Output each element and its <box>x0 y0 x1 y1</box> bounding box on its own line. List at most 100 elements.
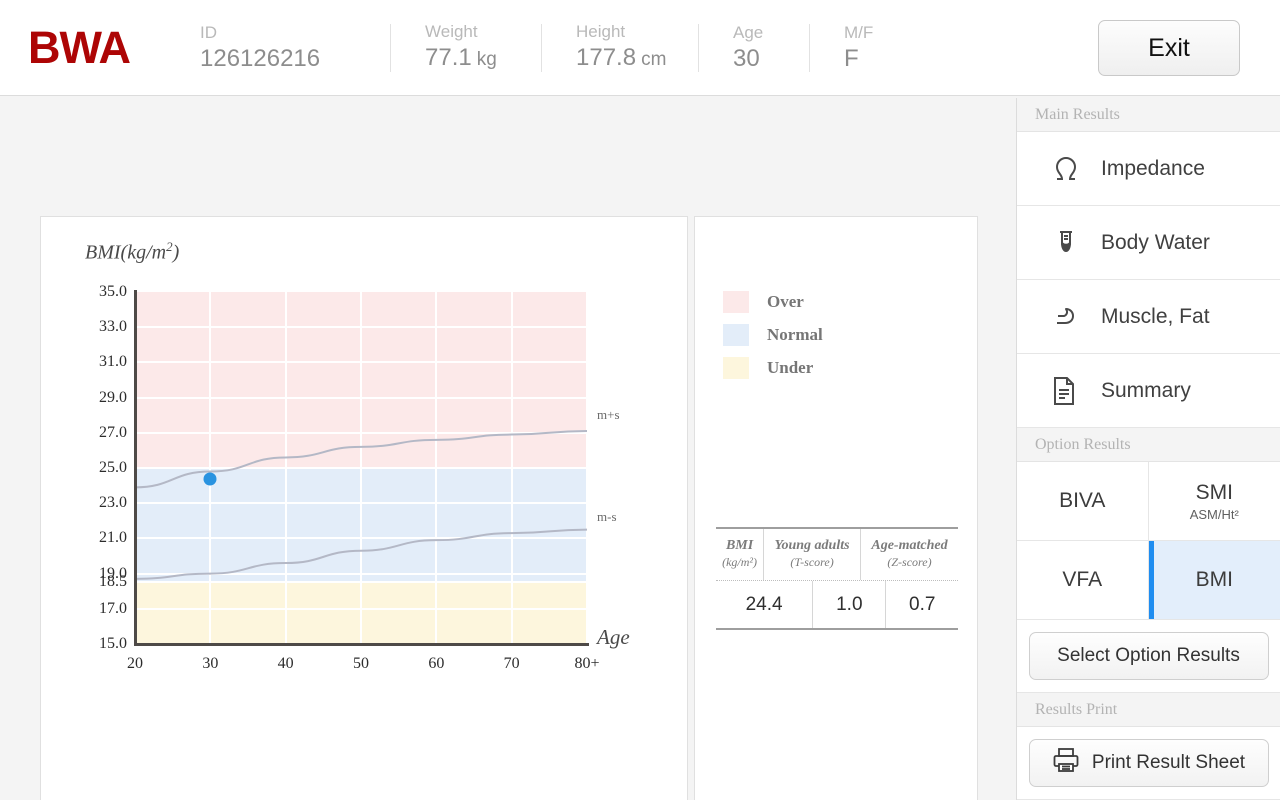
field-label: M/F <box>844 21 920 44</box>
bmi-chart-panel: BMI(kg/m2) 35.033.031.029.027.025.023.02… <box>40 216 688 800</box>
table-rule-bottom <box>716 628 958 630</box>
chart-data-point <box>204 472 217 485</box>
table-header: BMI (kg/m²) Young adults (T-score) Age-m… <box>716 529 958 580</box>
chart-x-axis <box>134 643 589 646</box>
chart-curves <box>135 292 587 644</box>
chart-y-tick: 25.0 <box>71 459 127 477</box>
table-row: 24.4 1.0 0.7 <box>716 581 958 628</box>
right-sidebar: Main Results Impedance Body Water Muscle, … <box>1016 98 1280 800</box>
chart-y-tick: 21.0 <box>71 529 127 547</box>
chart-legend: Over Normal Under <box>723 291 823 390</box>
field-value: F <box>844 44 920 74</box>
legend-item: Over <box>723 291 823 313</box>
results-table: BMI (kg/m²) Young adults (T-score) Age-m… <box>716 529 958 580</box>
print-button-label: Print Result Sheet <box>1092 752 1245 774</box>
option-tab-bmi[interactable]: BMI <box>1149 541 1280 620</box>
curve-label-m-plus-s: m+s <box>597 407 620 423</box>
chart-y-tick: 31.0 <box>71 353 127 371</box>
chart-x-tick: 30 <box>180 655 240 673</box>
results-table-body: 24.4 1.0 0.7 <box>716 581 958 628</box>
app-header: BWA ID 126126216 Weight 77.1kg Height 17… <box>0 0 1280 96</box>
chart-x-tick: 70 <box>482 655 542 673</box>
table-col-age-matched: Age-matched (Z-score) <box>860 529 958 580</box>
chart-x-axis-label: Age <box>597 625 630 650</box>
chart-y-tick: 18.5 <box>71 573 127 591</box>
sidebar-item-summary[interactable]: Summary <box>1017 354 1280 428</box>
chart-x-ticks: 20304050607080+ <box>135 655 587 677</box>
legend-label: Under <box>767 358 813 378</box>
field-unit: kg <box>477 49 497 70</box>
bwa-logo: BWA <box>28 25 178 70</box>
field-value: 77.1kg <box>425 43 541 75</box>
print-holder: Print Result Sheet <box>1017 727 1280 800</box>
table-col-bmi: BMI (kg/m²) <box>716 529 764 580</box>
field-label: Age <box>733 21 809 44</box>
legend-item: Under <box>723 357 823 379</box>
sidebar-item-impedance[interactable]: Impedance <box>1017 132 1280 206</box>
option-tab-sublabel: ASM/Ht² <box>1190 507 1239 522</box>
header-field-sex: M/F F <box>810 17 920 79</box>
bmi-results-table: BMI (kg/m²) Young adults (T-score) Age-m… <box>716 527 958 630</box>
option-tab-label: BMI <box>1196 568 1233 592</box>
option-tab-smi[interactable]: SMI ASM/Ht² <box>1149 462 1280 541</box>
field-value: 30 <box>733 44 809 74</box>
field-value: 126126216 <box>200 44 390 74</box>
sidebar-item-label: Impedance <box>1101 157 1205 181</box>
option-tab-vfa[interactable]: VFA <box>1017 541 1149 620</box>
flexed-arm-icon <box>1051 303 1093 331</box>
sidebar-header-main-results: Main Results <box>1017 98 1280 132</box>
chart-x-tick: 50 <box>331 655 391 673</box>
sidebar-option-grid: BIVA SMI ASM/Ht² VFA BMI <box>1017 462 1280 620</box>
chart-x-tick: 80+ <box>557 655 617 673</box>
field-value: 177.8cm <box>576 43 698 75</box>
table-col-sub: (Z-score) <box>863 554 956 570</box>
chart-x-tick: 60 <box>406 655 466 673</box>
sidebar-item-label: Body Water <box>1101 231 1210 255</box>
chart-y-ticks: 35.033.031.029.027.025.023.021.019.018.5… <box>65 217 127 800</box>
exit-button[interactable]: Exit <box>1098 20 1240 76</box>
legend-swatch <box>723 324 749 346</box>
table-cell-tscore: 1.0 <box>813 581 886 628</box>
sidebar-header-option-results: Option Results <box>1017 428 1280 462</box>
field-label: Height <box>576 20 698 43</box>
chart-y-tick: 33.0 <box>71 318 127 336</box>
select-option-results-button[interactable]: Select Option Results <box>1029 632 1269 680</box>
table-col-sub: (kg/m²) <box>718 554 761 570</box>
main-content: BWA Results Body Mass Index BMI(kg/m2) 3… <box>0 98 1016 800</box>
sidebar-item-body-water[interactable]: Body Water <box>1017 206 1280 280</box>
header-field-age: Age 30 <box>699 17 809 79</box>
legend-label: Over <box>767 292 804 312</box>
option-tab-label: BIVA <box>1059 489 1105 513</box>
sidebar-item-muscle-fat[interactable]: Muscle, Fat <box>1017 280 1280 354</box>
chart-y-tick: 35.0 <box>71 283 127 301</box>
printer-icon <box>1052 747 1080 779</box>
legend-item: Normal <box>723 324 823 346</box>
field-label: ID <box>200 21 390 44</box>
chart-curve-ms <box>135 431 587 487</box>
option-tab-label: SMI <box>1196 481 1233 505</box>
bmi-summary-panel: Over Normal Under BMI (kg/m²) Young adults… <box>694 216 978 800</box>
table-header-row: BMI (kg/m²) Young adults (T-score) Age-m… <box>716 529 958 580</box>
chart-x-tick: 40 <box>256 655 316 673</box>
header-field-height: Height 177.8cm <box>542 17 698 79</box>
header-field-weight: Weight 77.1kg <box>391 17 541 79</box>
chart-y-axis <box>134 290 137 646</box>
field-label: Weight <box>425 20 541 43</box>
chart-x-tick: 20 <box>105 655 165 673</box>
chart-curve-ms <box>135 530 587 579</box>
beaker-icon <box>1051 229 1093 257</box>
chart-y-tick: 27.0 <box>71 424 127 442</box>
print-result-sheet-button[interactable]: Print Result Sheet <box>1029 739 1269 787</box>
select-option-holder: Select Option Results <box>1017 620 1280 693</box>
sidebar-item-label: Muscle, Fat <box>1101 305 1210 329</box>
chart-y-tick: 23.0 <box>71 494 127 512</box>
curve-label-m-minus-s: m-s <box>597 509 617 525</box>
chart-plot-area <box>135 292 587 644</box>
app-root: BWA ID 126126216 Weight 77.1kg Height 17… <box>0 0 1280 800</box>
table-cell-zscore: 0.7 <box>886 581 958 628</box>
option-tab-biva[interactable]: BIVA <box>1017 462 1149 541</box>
legend-swatch <box>723 291 749 313</box>
document-icon <box>1051 376 1093 406</box>
table-col-sub: (T-score) <box>766 554 858 570</box>
legend-swatch <box>723 357 749 379</box>
